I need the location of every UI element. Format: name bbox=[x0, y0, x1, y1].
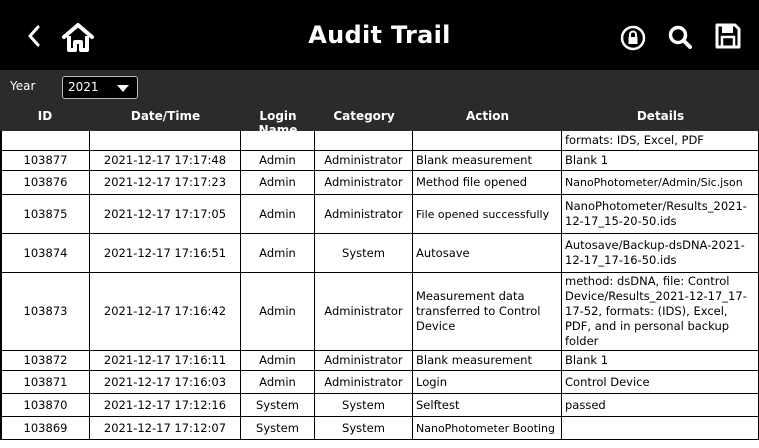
cell-action: Blank measurement bbox=[413, 351, 562, 371]
cell-login: Admin bbox=[241, 234, 315, 273]
cell-login: System bbox=[241, 394, 315, 417]
year-value: 2021 bbox=[68, 80, 99, 94]
cell-login: Admin bbox=[241, 171, 315, 195]
cell-category: System bbox=[315, 394, 413, 417]
cell-category: Administrator bbox=[315, 171, 413, 195]
cell-id: 103875 bbox=[0, 195, 90, 234]
cell-datetime: 2021-12-17 17:12:16 bbox=[90, 394, 241, 417]
cell-details bbox=[562, 417, 759, 440]
cell-datetime: 2021-12-17 17:12:07 bbox=[90, 417, 241, 440]
cell-datetime: 2021-12-17 17:16:42 bbox=[90, 273, 241, 351]
cell-datetime: 2021-12-17 17:17:23 bbox=[90, 171, 241, 195]
table-row[interactable]: formats: IDS, Excel, PDF bbox=[0, 131, 759, 151]
cell-datetime: 2021-12-17 17:16:03 bbox=[90, 371, 241, 394]
save-icon[interactable] bbox=[712, 20, 744, 52]
cell-action: Selftest bbox=[413, 394, 562, 417]
cell-action: NanoPhotometer Booting bbox=[413, 417, 562, 440]
cell-id: 103877 bbox=[0, 151, 90, 171]
cell-action: Measurement data transferred to Control … bbox=[413, 273, 562, 351]
table-row[interactable]: 103873 2021-12-17 17:16:42 Admin Adminis… bbox=[0, 273, 759, 351]
cell-id: 103874 bbox=[0, 234, 90, 273]
cell-details: NanoPhotometer/Admin/Sic.json bbox=[562, 171, 759, 195]
cell-datetime: 2021-12-17 17:17:05 bbox=[90, 195, 241, 234]
table-row[interactable]: 103870 2021-12-17 17:12:16 System System… bbox=[0, 394, 759, 417]
cell-details: Autosave/Backup-dsDNA-2021-12-17_17-16-5… bbox=[562, 234, 759, 273]
year-label: Year bbox=[10, 79, 36, 93]
cell-id: 103870 bbox=[0, 394, 90, 417]
table-row[interactable]: 103872 2021-12-17 17:16:11 Admin Adminis… bbox=[0, 351, 759, 371]
cell-id: 103869 bbox=[0, 417, 90, 440]
chevron-down-icon bbox=[117, 85, 129, 92]
column-header-details[interactable]: Details bbox=[562, 109, 759, 123]
cell-login: Admin bbox=[241, 151, 315, 171]
table-row[interactable]: 103877 2021-12-17 17:17:48 Admin Adminis… bbox=[0, 151, 759, 171]
cell-datetime bbox=[90, 131, 241, 151]
audit-table[interactable]: formats: IDS, Excel, PDF 103877 2021-12-… bbox=[0, 131, 759, 448]
cell-category: System bbox=[315, 417, 413, 440]
column-header-category[interactable]: Category bbox=[315, 109, 413, 123]
cell-category: System bbox=[315, 234, 413, 273]
cell-datetime: 2021-12-17 17:16:11 bbox=[90, 351, 241, 371]
cell-id: 103872 bbox=[0, 351, 90, 371]
cell-category bbox=[315, 131, 413, 151]
cell-category: Administrator bbox=[315, 371, 413, 394]
cell-action: Blank measurement bbox=[413, 151, 562, 171]
cell-login: Admin bbox=[241, 273, 315, 351]
cell-action: Autosave bbox=[413, 234, 562, 273]
cell-id bbox=[0, 131, 90, 151]
table-row[interactable]: 103869 2021-12-17 17:12:07 System System… bbox=[0, 417, 759, 440]
cell-login bbox=[241, 131, 315, 151]
cell-category: Administrator bbox=[315, 273, 413, 351]
cell-details: method: dsDNA, file: Control Device/Resu… bbox=[562, 273, 759, 351]
lock-icon[interactable] bbox=[619, 24, 647, 52]
cell-id: 103871 bbox=[0, 371, 90, 394]
filter-bar: Year 2021 bbox=[0, 70, 759, 104]
cell-action: Method file opened bbox=[413, 171, 562, 195]
cell-action: Login bbox=[413, 371, 562, 394]
cell-details: Control Device bbox=[562, 371, 759, 394]
cell-category: Administrator bbox=[315, 351, 413, 371]
cell-details: passed bbox=[562, 394, 759, 417]
cell-action: File opened successfully bbox=[413, 195, 562, 234]
cell-details: Blank 1 bbox=[562, 151, 759, 171]
cell-login: Admin bbox=[241, 351, 315, 371]
column-header-action[interactable]: Action bbox=[413, 109, 562, 123]
cell-login: System bbox=[241, 417, 315, 440]
cell-details: formats: IDS, Excel, PDF bbox=[562, 131, 759, 151]
table-row[interactable]: 103875 2021-12-17 17:17:05 Admin Adminis… bbox=[0, 195, 759, 234]
cell-action bbox=[413, 131, 562, 151]
column-header-datetime[interactable]: Date/Time bbox=[90, 109, 241, 123]
cell-id: 103873 bbox=[0, 273, 90, 351]
cell-details: Blank 1 bbox=[562, 351, 759, 371]
cell-datetime: 2021-12-17 17:17:48 bbox=[90, 151, 241, 171]
cell-details: NanoPhotometer/Results_2021-12-17_15-20-… bbox=[562, 195, 759, 234]
cell-id: 103876 bbox=[0, 171, 90, 195]
top-bar: Audit Trail bbox=[0, 0, 759, 70]
table-row[interactable]: 103871 2021-12-17 17:16:03 Admin Adminis… bbox=[0, 371, 759, 394]
cell-login: Admin bbox=[241, 195, 315, 234]
column-header-id[interactable]: ID bbox=[0, 109, 90, 123]
cell-category: Administrator bbox=[315, 151, 413, 171]
table-row[interactable]: 103876 2021-12-17 17:17:23 Admin Adminis… bbox=[0, 171, 759, 195]
cell-category: Administrator bbox=[315, 195, 413, 234]
cell-login: Admin bbox=[241, 371, 315, 394]
search-icon[interactable] bbox=[665, 22, 695, 52]
year-dropdown[interactable]: 2021 bbox=[62, 76, 138, 99]
cell-datetime: 2021-12-17 17:16:51 bbox=[90, 234, 241, 273]
table-header: ID Date/Time Login Name Category Action … bbox=[0, 104, 759, 137]
table-row[interactable]: 103874 2021-12-17 17:16:51 Admin System … bbox=[0, 234, 759, 273]
